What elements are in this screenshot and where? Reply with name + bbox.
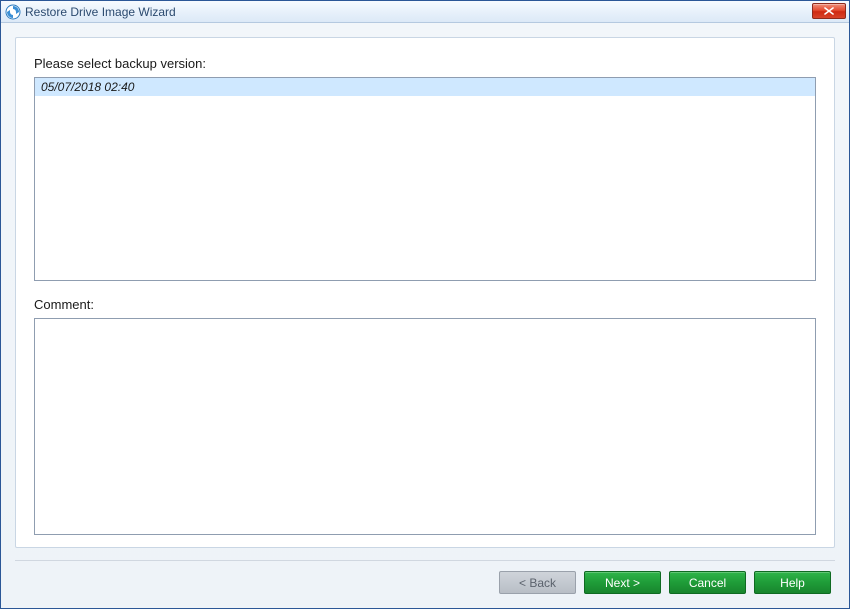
wizard-window: Restore Drive Image Wizard Please select…	[0, 0, 850, 609]
client-area: Please select backup version: 05/07/2018…	[1, 23, 849, 608]
close-button[interactable]	[812, 3, 846, 19]
app-icon	[5, 4, 21, 20]
titlebar: Restore Drive Image Wizard	[1, 1, 849, 23]
backup-version-list[interactable]: 05/07/2018 02:40	[34, 77, 816, 281]
comment-textarea[interactable]	[34, 318, 816, 535]
wizard-panel: Please select backup version: 05/07/2018…	[15, 37, 835, 548]
help-button[interactable]: Help	[754, 571, 831, 594]
list-item[interactable]: 05/07/2018 02:40	[35, 78, 815, 96]
comment-label: Comment:	[34, 297, 816, 312]
next-button[interactable]: Next >	[584, 571, 661, 594]
window-title: Restore Drive Image Wizard	[25, 5, 176, 19]
select-backup-version-label: Please select backup version:	[34, 56, 816, 71]
back-button[interactable]: < Back	[499, 571, 576, 594]
button-row: < Back Next > Cancel Help	[1, 561, 849, 608]
cancel-button[interactable]: Cancel	[669, 571, 746, 594]
